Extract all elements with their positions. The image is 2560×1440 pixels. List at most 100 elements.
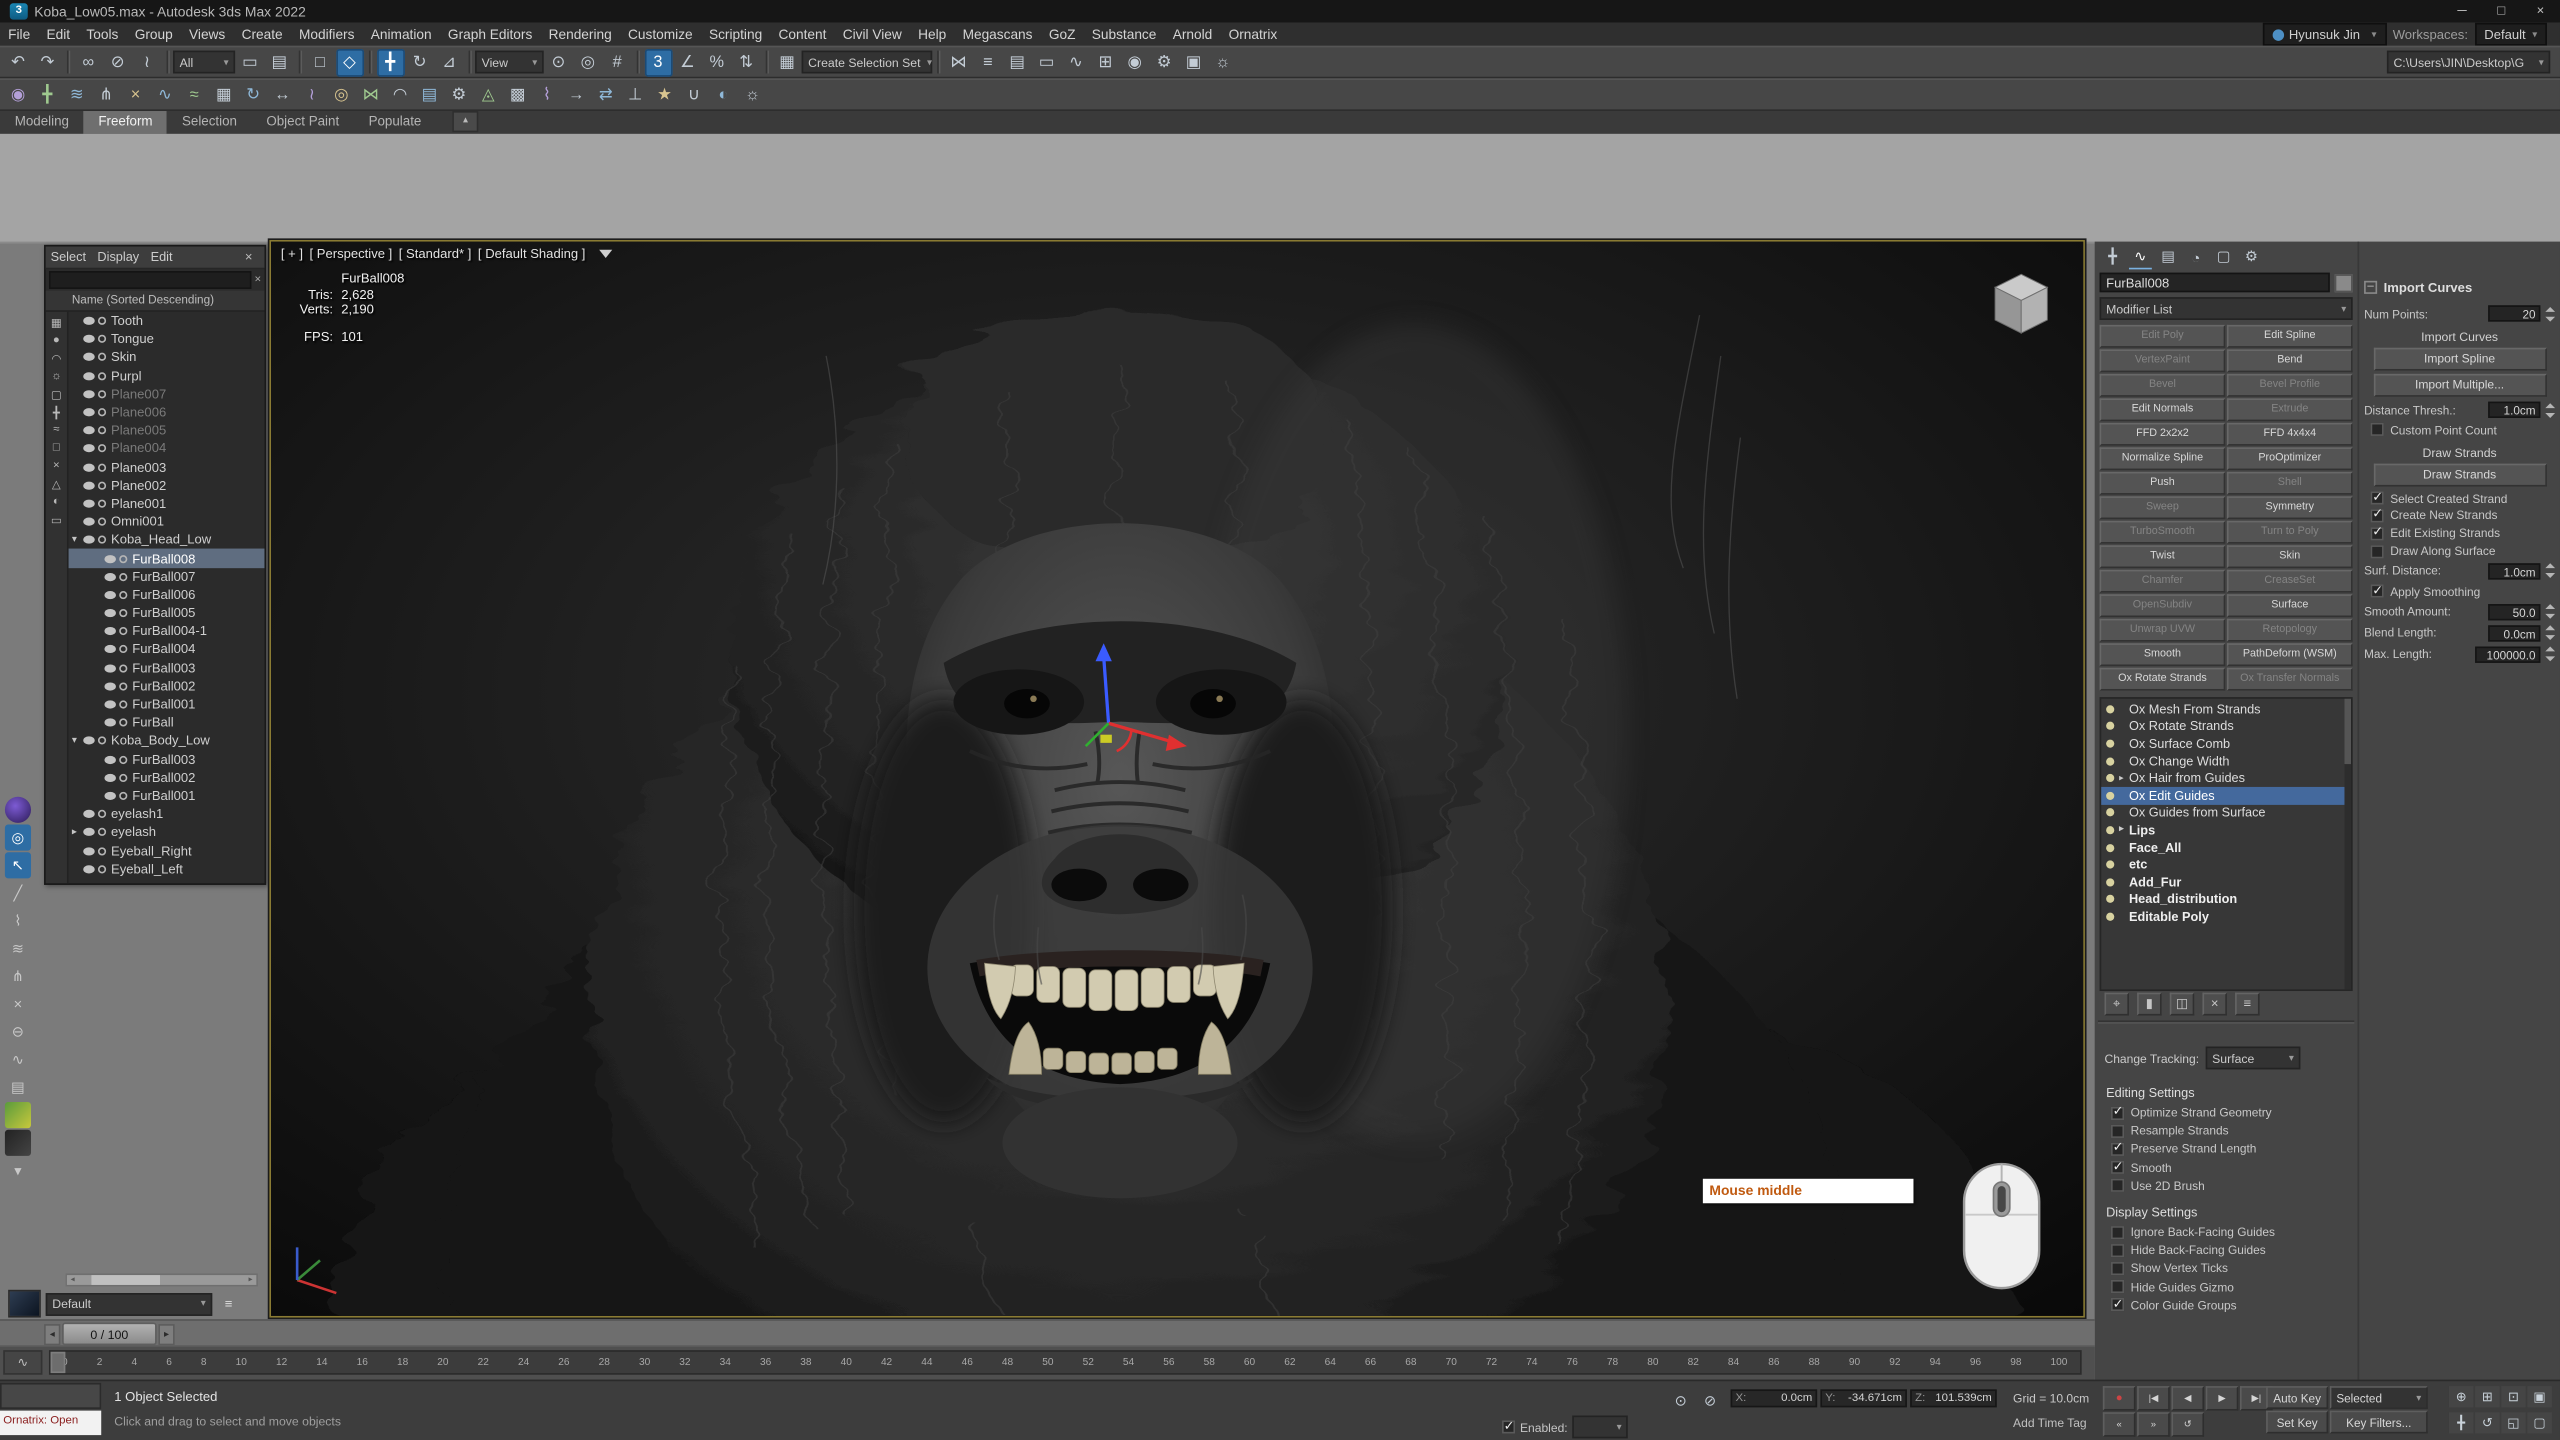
filter-containers-icon[interactable]: ◐ <box>47 493 65 511</box>
checkbox[interactable] <box>2111 1225 2124 1238</box>
previous-frame-icon[interactable]: ◀ <box>2171 1386 2204 1410</box>
modifier-button[interactable]: Twist <box>2100 545 2226 568</box>
settings-checkbox-row[interactable]: Edit Existing Strands <box>2364 525 2555 543</box>
previous-key-icon[interactable]: « <box>2103 1412 2136 1436</box>
smooth-amount-field[interactable]: 50.0 <box>2488 604 2540 620</box>
ribbon-collapse-icon[interactable]: ▴ <box>452 111 478 132</box>
viewport-filter-icon[interactable] <box>598 250 611 258</box>
mesh-from-strands-icon[interactable]: ▦ <box>210 81 238 109</box>
selection-filter-dropdown[interactable]: All <box>173 51 235 74</box>
visibility-eye-icon[interactable] <box>83 390 94 398</box>
apply-smoothing-row[interactable]: Apply Smoothing <box>2364 583 2555 601</box>
modifier-button[interactable]: ProOptimizer <box>2227 447 2353 470</box>
enabled-dropdown[interactable] <box>1573 1416 1629 1439</box>
modifier-button[interactable]: Skin <box>2227 545 2353 568</box>
ribbon-tab[interactable]: Populate <box>354 111 436 134</box>
settings-checkbox-row[interactable]: Preserve Strand Length <box>2098 1140 2354 1158</box>
menu-item[interactable]: Help <box>910 23 954 46</box>
visibility-eye-icon[interactable] <box>83 518 94 526</box>
visibility-eye-icon[interactable] <box>83 426 94 434</box>
enabled-checkbox[interactable] <box>1502 1420 1515 1433</box>
modifier-stack-item[interactable]: Ox Hair from Guides <box>2101 770 2344 787</box>
set-key-button[interactable]: Set Key <box>2266 1411 2328 1434</box>
modifier-button[interactable]: Shell <box>2227 472 2353 495</box>
visibility-eye-icon[interactable] <box>104 755 115 763</box>
stack-expand-icon[interactable] <box>2119 825 2129 835</box>
menu-item[interactable]: Group <box>127 23 181 46</box>
use-center-icon[interactable]: ⊙ <box>544 48 572 76</box>
time-slider[interactable]: ◂ 0 / 100 ▸ <box>0 1319 2095 1347</box>
menu-item[interactable]: Tools <box>78 23 126 46</box>
explorer-item[interactable]: Tongue <box>69 330 265 348</box>
select-cursor-icon[interactable]: ↖ <box>5 852 31 878</box>
change-width-icon[interactable]: ↔ <box>269 81 297 109</box>
modifier-stack-item[interactable]: Ox Change Width <box>2101 752 2344 769</box>
curl-icon[interactable]: ◎ <box>327 81 355 109</box>
delete-tool-icon[interactable]: ⊖ <box>5 1019 31 1045</box>
modifier-bulb-icon[interactable] <box>2106 861 2114 869</box>
key-mode-icon[interactable]: ● <box>2103 1386 2136 1410</box>
checkbox[interactable] <box>2111 1298 2124 1311</box>
modifier-stack-item[interactable]: Ox Surface Comb <box>2101 735 2344 752</box>
cut-hair-icon[interactable]: × <box>122 81 150 109</box>
explorer-item[interactable]: FurBall005 <box>69 604 265 622</box>
frizz-icon[interactable]: ≀ <box>298 81 326 109</box>
max-length-field[interactable]: 100000.0 <box>2475 646 2540 662</box>
explorer-item[interactable]: FurBall001 <box>69 695 265 713</box>
viewport-label-segment[interactable]: [ + ] <box>281 247 303 262</box>
pin-stack-icon[interactable]: ⌖ <box>2104 992 2128 1015</box>
reference-coordinate-dropdown[interactable]: View <box>475 51 544 74</box>
visibility-eye-icon[interactable] <box>83 353 94 361</box>
explorer-item[interactable]: FurBall001 <box>69 787 265 805</box>
redo-icon[interactable]: ↷ <box>33 48 61 76</box>
modifier-stack-item[interactable]: Ox Edit Guides <box>2101 787 2344 804</box>
project-folder-dropdown[interactable]: C:\Users\JIN\Desktop\G <box>2387 51 2550 74</box>
explorer-item[interactable]: FurBall002 <box>69 677 265 695</box>
stack-expand-icon[interactable] <box>2119 773 2129 783</box>
explorer-column-header[interactable]: Name (Sorted Descending) <box>46 291 265 312</box>
explorer-menu-item[interactable]: Display <box>97 250 139 265</box>
checkbox[interactable] <box>2111 1143 2124 1156</box>
menu-item[interactable]: Arnold <box>1165 23 1221 46</box>
modifier-bulb-icon[interactable] <box>2106 774 2114 782</box>
strand-animation-icon[interactable]: ∪ <box>680 81 708 109</box>
num-points-spinner[interactable] <box>2545 306 2555 321</box>
modifier-bulb-icon[interactable] <box>2106 809 2114 817</box>
visibility-eye-icon[interactable] <box>83 847 94 855</box>
explorer-item[interactable]: FurBall002 <box>69 768 265 786</box>
strand-groups-icon[interactable]: ▩ <box>504 81 532 109</box>
modifier-bulb-icon[interactable] <box>2106 913 2114 921</box>
percent-snap-icon[interactable]: % <box>703 48 731 76</box>
menu-item[interactable]: Civil View <box>835 23 910 46</box>
unlink-selection-icon[interactable]: ⊘ <box>104 48 132 76</box>
filter-xrefs-icon[interactable]: × <box>47 457 65 475</box>
modifier-list-dropdown[interactable]: Modifier List <box>2100 297 2353 320</box>
modifier-button[interactable]: Smooth <box>2100 643 2226 666</box>
groom-icon[interactable]: ◬ <box>474 81 502 109</box>
distance-threshold-field[interactable]: 1.0cm <box>2488 402 2540 418</box>
modifier-button[interactable]: Bevel Profile <box>2227 374 2353 397</box>
select-object-icon[interactable]: ▭ <box>236 48 264 76</box>
modifier-button[interactable]: FFD 2x2x2 <box>2100 423 2226 446</box>
modifier-bulb-icon[interactable] <box>2106 791 2114 799</box>
max-length-spinner[interactable] <box>2545 647 2555 662</box>
num-points-field[interactable]: 20 <box>2488 305 2540 321</box>
settings-checkbox-row[interactable]: Hide Guides Gizmo <box>2098 1278 2354 1296</box>
add-time-tag[interactable]: Add Time Tag <box>2013 1416 2087 1431</box>
resolve-collisions-icon[interactable]: ⇄ <box>592 81 620 109</box>
checkbox[interactable] <box>2371 423 2384 436</box>
expand-arrow-icon[interactable] <box>72 735 83 746</box>
explorer-close-icon[interactable]: × <box>245 250 253 265</box>
configure-sets-icon[interactable]: ≡ <box>2235 992 2259 1015</box>
visibility-eye-icon[interactable] <box>83 865 94 873</box>
object-name-field[interactable] <box>2100 273 2330 293</box>
menu-item[interactable]: Customize <box>620 23 701 46</box>
ornatrix-menu-icon[interactable]: ◉ <box>4 81 32 109</box>
play-icon[interactable]: ▶ <box>2206 1386 2239 1410</box>
modifier-button[interactable]: PathDeform (WSM) <box>2227 643 2353 666</box>
modifier-stack-item[interactable]: Ox Guides from Surface <box>2101 804 2344 821</box>
pen-tool-icon[interactable]: ⌇ <box>5 908 31 934</box>
maximize-viewport-icon[interactable]: ◱ <box>2501 1412 2525 1433</box>
modifier-button[interactable]: Turn to Poly <box>2227 521 2353 544</box>
settings-checkbox-row[interactable]: Use 2D Brush <box>2098 1177 2354 1195</box>
